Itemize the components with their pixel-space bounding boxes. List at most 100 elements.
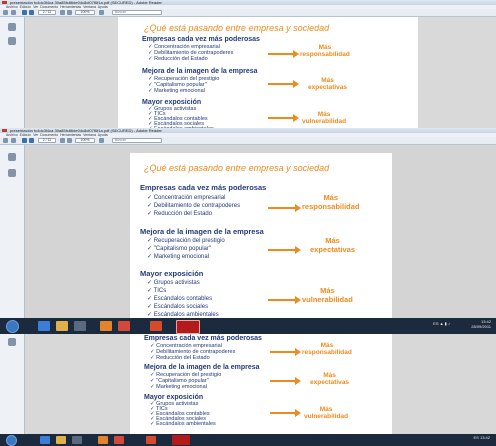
arrow-icon (270, 409, 301, 417)
arrow-icon (268, 80, 299, 88)
section-heading-2: Mejora de la imagen de la empresa (144, 364, 260, 371)
slide-title: ¿Qué está pasando entre empresa y socied… (144, 163, 330, 173)
adobe-reader-icon (2, 1, 7, 4)
section-heading-2: Mejora de la imagen de la empresa (140, 227, 264, 236)
result-label-2: Más expectativas (310, 372, 350, 386)
fit-page-icon[interactable] (99, 138, 104, 143)
clock[interactable]: ES 13:42 (440, 435, 490, 440)
zoom-field[interactable]: 100% (75, 10, 95, 15)
start-button[interactable] (6, 320, 19, 333)
list-item: ✓ Debilitamiento de contrapoderes (147, 203, 241, 209)
zoom-in-icon[interactable] (67, 10, 72, 15)
result-label-3: Más vulnerabilidad (302, 111, 347, 125)
taskbar-office-icon[interactable] (150, 321, 162, 331)
prev-page-icon[interactable] (22, 10, 27, 15)
zoom-field[interactable]: 100% (75, 138, 95, 143)
window-frame-2: presentación fc4dc3f4ca 30a85fc86de04c8c… (0, 128, 496, 334)
result-label-2: Más expectativas (310, 236, 356, 254)
window-title: presentación fc4dc3f4ca 30a85fc86de04c8c… (10, 0, 162, 5)
section-heading-1: Empresas cada vez más poderosas (144, 335, 262, 342)
document-viewer: ¿Qué está pasando entre empresa y socied… (0, 145, 496, 334)
taskbar-browser-icon[interactable] (98, 436, 108, 444)
list-item: ✓ Marketing emocional (148, 88, 205, 94)
pages-panel-icon[interactable] (8, 23, 16, 31)
slide-page: ¿Qué está pasando entre empresa y socied… (130, 153, 392, 333)
taskbar-browser-icon[interactable] (100, 321, 112, 331)
zoom-in-icon[interactable] (67, 138, 72, 143)
lang-indicator: ES (473, 435, 479, 440)
taskbar-reader-icon[interactable] (176, 320, 200, 334)
list-item: ✓ "Capitalismo popular" (147, 246, 211, 252)
toolbar: 2 / 11 100% Buscar (0, 137, 496, 145)
zoom-out-icon[interactable] (60, 10, 65, 15)
section-heading-3: Mayor exposición (144, 394, 204, 401)
system-tray: ES ▲ ▮ ♪ (433, 321, 450, 326)
taskbar-chrome-icon[interactable] (118, 321, 130, 331)
document-viewer: ¿Qué está pasando entre empresa y socied… (0, 17, 496, 130)
result-label-3: Más vulnerabilidad (302, 286, 353, 304)
list-item: ✓ Escándalos sociales (147, 304, 209, 310)
search-input[interactable]: Buscar (112, 10, 162, 15)
pages-panel-icon[interactable] (8, 338, 16, 346)
print-icon[interactable] (11, 10, 16, 15)
prev-page-icon[interactable] (22, 138, 27, 143)
arrow-icon (270, 348, 301, 356)
search-input[interactable]: Buscar (112, 138, 162, 143)
list-item: ✓ Reducción del Estado (147, 211, 213, 217)
taskbar-media-icon[interactable] (72, 436, 82, 444)
next-page-icon[interactable] (29, 10, 34, 15)
next-page-icon[interactable] (29, 138, 34, 143)
fit-page-icon[interactable] (99, 10, 104, 15)
window-frame-3: Empresas cada vez más poderosas ✓ Concen… (0, 334, 496, 434)
zoom-out-icon[interactable] (60, 138, 65, 143)
arrow-icon (268, 204, 301, 212)
attachments-icon[interactable] (8, 37, 16, 45)
taskbar-media-icon[interactable] (74, 321, 86, 331)
clock[interactable]: 13:42 28/09/2011 (455, 319, 491, 329)
page-number-input[interactable]: 2 / 11 (38, 138, 56, 143)
taskbar-reader-icon[interactable] (172, 435, 190, 445)
start-button[interactable] (6, 435, 17, 446)
list-item: ✓ TICs (147, 288, 167, 294)
arrow-icon (268, 296, 301, 304)
taskbar-chrome-icon[interactable] (114, 436, 124, 444)
result-label-1: Más responsabilidad (302, 193, 360, 211)
section-heading-1: Empresas cada vez más poderosas (142, 36, 260, 43)
list-item: ✓ Escándalos ambientales (147, 312, 219, 318)
navigation-panel (0, 334, 25, 434)
lang-indicator[interactable]: ES (433, 321, 438, 326)
navigation-panel (0, 145, 25, 334)
taskbar: ES 13:42 (0, 434, 496, 446)
section-heading-1: Empresas cada vez más poderosas (140, 183, 267, 192)
list-item: ✓ Escándalos ambientales (150, 421, 216, 427)
arrow-icon (268, 50, 299, 58)
result-label-2: Más expectativas (308, 77, 348, 91)
list-item: ✓ Concentración empresarial (147, 195, 226, 201)
taskbar-folder-icon[interactable] (56, 321, 68, 331)
taskbar-folder-icon[interactable] (56, 436, 66, 444)
open-icon[interactable] (3, 138, 8, 143)
window-title: presentación fc4dc3f4ca 30a85fc86de04c8c… (10, 128, 162, 133)
open-icon[interactable] (3, 10, 8, 15)
arrow-icon (270, 377, 301, 385)
page-number-input[interactable]: 2 / 11 (38, 10, 56, 15)
attachments-icon[interactable] (8, 169, 16, 177)
pages-panel-icon[interactable] (8, 153, 16, 161)
navigation-panel (0, 17, 25, 130)
taskbar: ES ▲ ▮ ♪ 13:42 28/09/2011 (0, 318, 496, 334)
list-item: ✓ Grupos activistas (147, 280, 200, 286)
slide-page: ¿Qué está pasando entre empresa y socied… (118, 17, 418, 130)
list-item: ✓ Recuperación del prestigio (147, 238, 225, 244)
result-label-1: Más responsabilidad (300, 44, 350, 58)
taskbar-office-icon[interactable] (146, 436, 156, 444)
result-label-3: Más vulnerabilidad (304, 406, 349, 420)
window-frame-1: presentación fc4dc3f4ca 30a85fc86de04c8c… (0, 0, 496, 130)
toolbar: 2 / 11 100% Buscar (0, 9, 496, 17)
list-item: ✓ Marketing emocional (150, 384, 207, 390)
taskbar-explorer-icon[interactable] (40, 436, 50, 444)
adobe-reader-icon (2, 129, 7, 132)
section-heading-3: Mayor exposición (140, 269, 204, 278)
title-bar: presentación fc4dc3f4ca 30a85fc86de04c8c… (0, 128, 496, 133)
print-icon[interactable] (11, 138, 16, 143)
taskbar-explorer-icon[interactable] (38, 321, 50, 331)
